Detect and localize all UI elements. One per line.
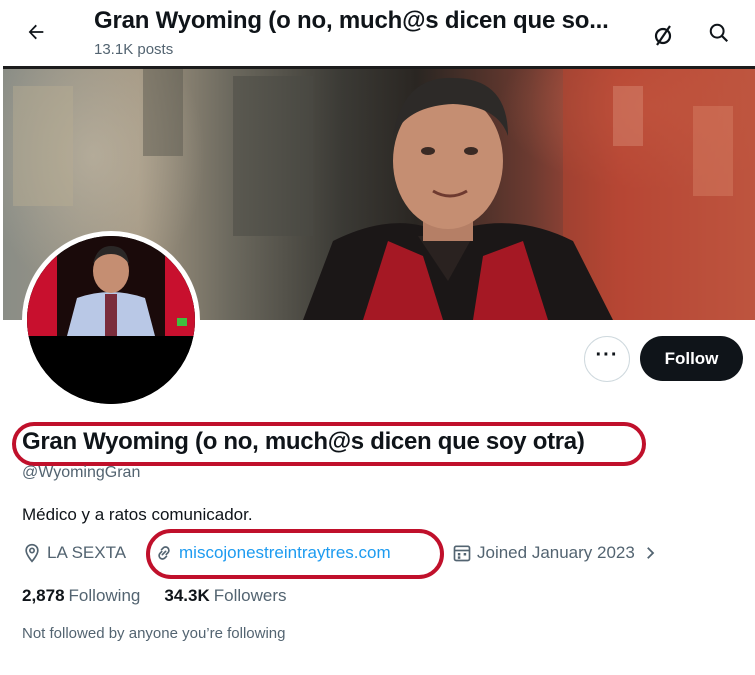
followers-label: Followers [213, 586, 287, 605]
top-bar: Gran Wyoming (o no, much@s dicen que so.… [0, 0, 755, 66]
profile-bio: Médico y a ratos comunicador. [22, 505, 253, 524]
page-title: Gran Wyoming (o no, much@s dicen que so.… [94, 7, 609, 34]
website-item[interactable]: miscojonestreintraytres.com [154, 543, 391, 563]
banner-top-edge [3, 66, 755, 69]
joined-item: Joined January 2023 [452, 543, 664, 563]
avatar-image [27, 236, 195, 404]
not-followed-notice: Not followed by anyone you’re following [22, 625, 286, 642]
location-item: LA SEXTA [22, 543, 126, 563]
calendar-icon [453, 545, 471, 562]
avatar-photo [27, 236, 195, 404]
more-options-button[interactable]: ··· [584, 336, 630, 382]
profile-handle: @WyomingGran [22, 464, 141, 481]
location-pin-icon [25, 543, 39, 563]
link-icon [158, 546, 170, 560]
chevron-right-icon[interactable] [641, 544, 659, 562]
followers-count[interactable]: 34.3K Followers [164, 586, 286, 606]
hide-button[interactable] [646, 18, 680, 52]
followers-number: 34.3K [164, 586, 210, 605]
search-button[interactable] [702, 16, 736, 50]
joined-text: Joined January 2023 [477, 543, 635, 562]
more-options-icon: ··· [595, 344, 619, 366]
follow-counts: 2,878 Following 34.3K Followers [22, 586, 286, 606]
posts-count: 13.1K posts [94, 41, 174, 58]
profile-name: Gran Wyoming (o no, much@s dicen que soy… [22, 428, 585, 455]
website-link[interactable]: miscojonestreintraytres.com [179, 543, 391, 563]
profile-meta: LA SEXTA miscojonestreintraytres.com Joi… [22, 543, 742, 567]
following-number: 2,878 [22, 586, 65, 605]
arrow-left-icon [28, 24, 44, 40]
search-icon [709, 23, 729, 43]
follow-button[interactable]: Follow [640, 336, 743, 381]
location-text: LA SEXTA [47, 543, 127, 562]
profile-avatar[interactable] [22, 231, 200, 409]
back-button[interactable] [18, 14, 54, 50]
null-set-icon [654, 25, 672, 46]
following-count[interactable]: 2,878 Following [22, 586, 140, 606]
following-label: Following [68, 586, 141, 605]
